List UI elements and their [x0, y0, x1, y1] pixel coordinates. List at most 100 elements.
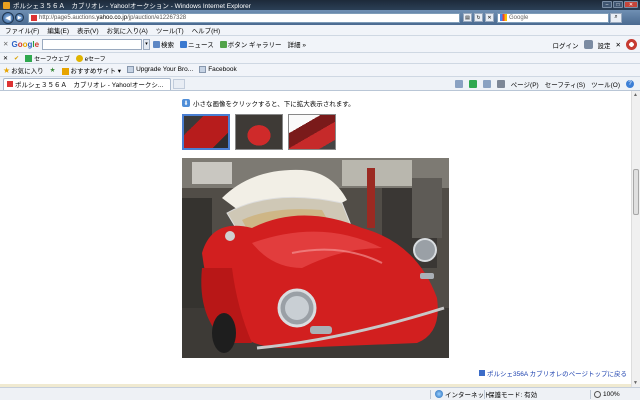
- url-suffix: /jp/auction/e12267328: [127, 14, 187, 21]
- more-button[interactable]: 詳細 »: [288, 39, 306, 49]
- search-input[interactable]: Google: [497, 12, 609, 23]
- search-placeholder: Google: [509, 14, 529, 21]
- compatibility-icon[interactable]: ▤: [463, 13, 472, 22]
- red-porsche-image: [182, 158, 449, 358]
- print-icon[interactable]: [496, 80, 505, 88]
- page-menu[interactable]: ページ(P): [511, 79, 539, 89]
- security-toolbar: ✕ ✔ セーフウェブ eセーフ: [0, 53, 640, 64]
- suggested-sites-icon: [61, 67, 69, 75]
- forward-button[interactable]: ▶: [15, 13, 24, 22]
- menu-help[interactable]: ヘルプ(H): [192, 25, 221, 35]
- maximize-button[interactable]: □: [613, 1, 623, 8]
- divider: [484, 389, 485, 399]
- feeds-icon[interactable]: [468, 80, 477, 88]
- divider: [590, 389, 591, 399]
- upgrade-browser-link[interactable]: Upgrade Your Bro...: [127, 66, 193, 74]
- button-gallery-button[interactable]: ボタン ギャラリー: [219, 39, 282, 49]
- menu-edit[interactable]: 編集(E): [47, 25, 69, 35]
- safety-menu[interactable]: セーフティ(S): [545, 79, 585, 89]
- close-toolbar-icon[interactable]: ✕: [3, 55, 8, 62]
- vertical-scrollbar[interactable]: ▲ ▼: [631, 91, 640, 387]
- google-search-button[interactable]: 検索: [153, 39, 174, 49]
- check-icon[interactable]: ✔: [14, 55, 19, 62]
- facebook-link[interactable]: Facebook: [199, 66, 237, 74]
- plus-icon: [219, 40, 227, 48]
- google-toolbar-right: ログイン 設定 ✕: [553, 39, 637, 50]
- page-top-link[interactable]: ポルシェ356A カブリオレのページトップに戻る: [479, 368, 627, 378]
- menu-favorites[interactable]: お気に入り(A): [107, 25, 148, 35]
- menu-file[interactable]: ファイル(F): [5, 25, 39, 35]
- arrow-up-icon: [479, 370, 485, 376]
- protected-mode[interactable]: 保護モード: 有効: [488, 389, 537, 399]
- stop-icon[interactable]: ✕: [485, 13, 494, 22]
- url-prefix: http://page5.auctions.: [39, 14, 97, 21]
- status-bar: インターネット 保護モード: 有効 100%: [0, 387, 640, 400]
- down-arrow-icon: ⬇: [182, 99, 190, 107]
- site-favicon-icon: [7, 81, 13, 87]
- scroll-up-icon[interactable]: ▲: [633, 92, 638, 98]
- page-icon: [127, 66, 135, 74]
- star-icon: ★: [3, 66, 11, 75]
- help-icon[interactable]: ?: [626, 80, 634, 88]
- thumbnail-3[interactable]: [288, 114, 336, 150]
- window-controls: – □ ✕: [602, 1, 638, 8]
- zoom-control[interactable]: 100%: [594, 390, 620, 398]
- tools-menu[interactable]: ツール(O): [591, 79, 620, 89]
- google-search-input[interactable]: [42, 38, 143, 50]
- tab-porsche-auction[interactable]: ポルシェ３５６Ａ カブリオレ - Yahoo!オークシ...: [3, 77, 171, 90]
- ie-logo-icon: [3, 1, 10, 9]
- tab-title: ポルシェ３５６Ａ カブリオレ - Yahoo!オークシ...: [15, 82, 164, 89]
- google-logo: Google: [11, 39, 40, 49]
- google-toolbar: ✕ Google ▾ 検索 ニュース ボタン ギャラリー 詳細 » ログイン 設…: [0, 36, 640, 53]
- window-title: ポルシェ３５６Ａ カブリオレ - Yahoo!オークション - Windows …: [13, 3, 251, 10]
- news-button[interactable]: ニュース: [180, 39, 214, 49]
- favorites-bar: ★お気に入り ★ おすすめサイト ▾ Upgrade Your Bro... F…: [0, 64, 640, 77]
- security-zone[interactable]: インターネット: [435, 389, 491, 399]
- instruction-text: 小さな画像をクリックすると、下に拡大表示されます。: [193, 101, 355, 108]
- close-toolbar-icon[interactable]: ✕: [3, 40, 8, 48]
- thumbnail-1[interactable]: [182, 114, 230, 150]
- search-icon: [153, 40, 161, 48]
- divider: [430, 389, 431, 399]
- symantec-icon[interactable]: [626, 39, 637, 50]
- close-icon[interactable]: ✕: [616, 41, 621, 49]
- settings-label[interactable]: 設定: [598, 40, 611, 50]
- main-car-photo: [182, 158, 449, 358]
- address-actions: ▤ ↻ ✕: [463, 13, 494, 22]
- site-favicon-icon: [31, 14, 37, 21]
- menu-tools[interactable]: ツール(T): [156, 25, 184, 35]
- url-input[interactable]: http://page5.auctions. yahoo.co.jp/jp/auc…: [28, 12, 460, 23]
- favorites-button[interactable]: ★お気に入り: [3, 65, 44, 75]
- shield-icon: [25, 55, 33, 63]
- command-bar: ページ(P) セーフティ(S) ツール(O) ?: [454, 79, 634, 89]
- lock-icon: [75, 55, 83, 63]
- mail-icon[interactable]: [482, 80, 491, 88]
- suggested-sites-button[interactable]: おすすめサイト ▾: [61, 65, 121, 75]
- zoom-icon: [594, 390, 601, 398]
- login-link[interactable]: ログイン: [553, 40, 579, 50]
- menu-view[interactable]: 表示(V): [77, 25, 99, 35]
- url-domain: yahoo.co.jp: [96, 14, 128, 21]
- scrollbar-thumb[interactable]: [633, 169, 639, 215]
- menu-bar: ファイル(F) 編集(E) 表示(V) お気に入り(A) ツール(T) ヘルプ(…: [0, 25, 640, 36]
- home-icon[interactable]: [454, 80, 463, 88]
- news-icon: [180, 40, 188, 48]
- new-tab-button[interactable]: [173, 78, 185, 89]
- tab-bar: ポルシェ３５６Ａ カブリオレ - Yahoo!オークシ... ページ(P) セー…: [0, 77, 640, 91]
- close-window-button[interactable]: ✕: [624, 1, 638, 8]
- search-go-icon[interactable]: ⌕: [610, 12, 622, 23]
- instruction-text-row: ⬇ 小さな画像をクリックすると、下に拡大表示されます。: [182, 98, 355, 108]
- safeweb-button[interactable]: セーフウェブ: [25, 54, 70, 63]
- esafe-button[interactable]: eセーフ: [75, 54, 106, 63]
- wrench-icon[interactable]: [583, 40, 593, 49]
- google-search-dropdown[interactable]: ▾: [143, 38, 151, 50]
- scroll-down-icon[interactable]: ▼: [633, 380, 638, 386]
- thumbnail-2[interactable]: [235, 114, 283, 150]
- address-bar: ◀ ▶ http://page5.auctions. yahoo.co.jp/jp…: [0, 10, 640, 25]
- refresh-icon[interactable]: ↻: [474, 13, 483, 22]
- back-button[interactable]: ◀: [2, 11, 14, 24]
- minimize-button[interactable]: –: [602, 1, 612, 8]
- add-favorite-icon[interactable]: ★: [50, 66, 56, 74]
- page-icon: [199, 66, 207, 74]
- page-content: ⬇ 小さな画像をクリックすると、下に拡大表示されます。 ポルシェ356A カブリ…: [0, 91, 631, 387]
